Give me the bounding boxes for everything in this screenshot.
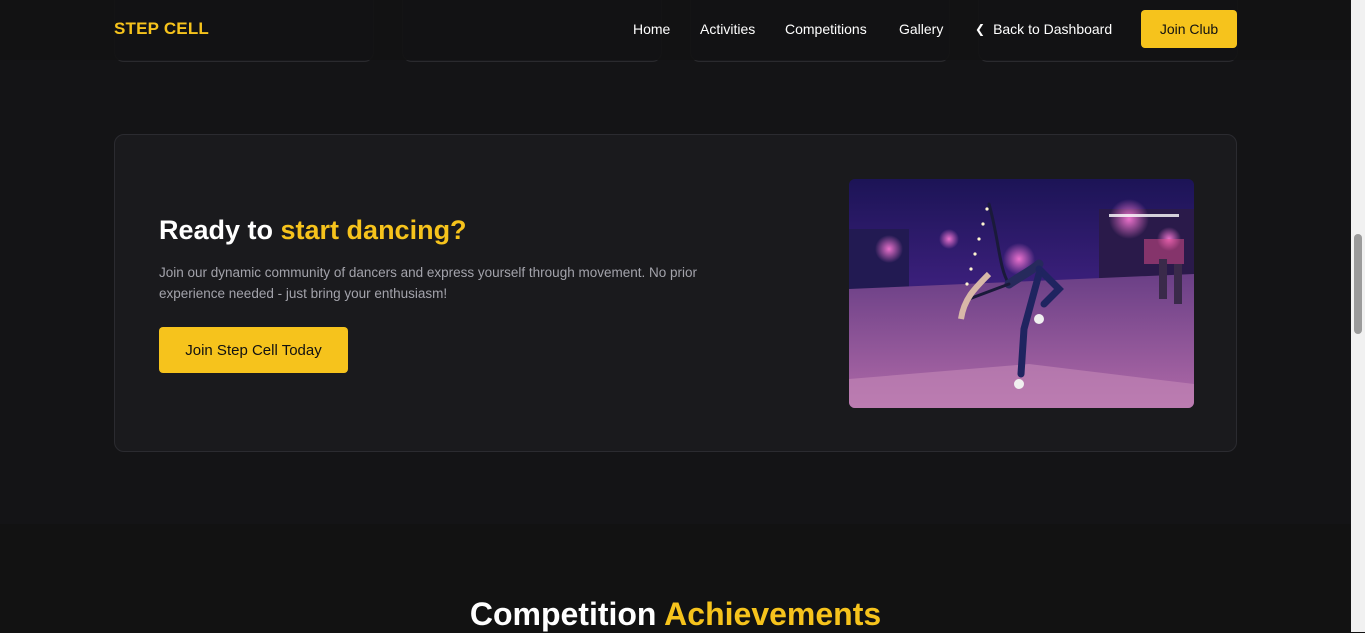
achievements-title-accent: Achievements xyxy=(664,596,882,632)
scrollbar-thumb[interactable] xyxy=(1354,234,1362,334)
nav-competitions-link[interactable]: Competitions xyxy=(785,21,867,37)
cta-title-text: Ready to xyxy=(159,215,281,245)
join-cta-card: Ready to start dancing? Join our dynamic… xyxy=(114,134,1237,452)
cta-description: Join our dynamic community of dancers an… xyxy=(159,265,697,301)
back-to-dashboard-label: Back to Dashboard xyxy=(993,21,1113,37)
nav-gallery-link[interactable]: Gallery xyxy=(899,21,943,37)
dancer-photo xyxy=(849,179,1194,408)
top-navbar: STEP CELL Home Activities Competitions G… xyxy=(0,0,1351,60)
activities-section: Ready to start dancing? Join our dynamic… xyxy=(0,0,1351,524)
back-to-dashboard-link[interactable]: ❮ Back to Dashboard xyxy=(975,21,1112,37)
achievements-title-text: Competition xyxy=(469,596,665,632)
join-step-cell-button[interactable]: Join Step Cell Today xyxy=(159,327,348,373)
cta-title-accent: start dancing? xyxy=(280,215,467,245)
page-scrollbar[interactable] xyxy=(1351,0,1365,632)
nav-home-link[interactable]: Home xyxy=(633,21,670,37)
join-club-button[interactable]: Join Club xyxy=(1141,10,1237,48)
achievements-title: Competition Achievements xyxy=(0,596,1351,633)
site-logo[interactable]: STEP CELL xyxy=(114,19,209,39)
chevron-left-icon: ❮ xyxy=(975,22,986,36)
cta-title: Ready to start dancing? xyxy=(159,215,467,246)
nav-activities-link[interactable]: Activities xyxy=(700,21,755,37)
